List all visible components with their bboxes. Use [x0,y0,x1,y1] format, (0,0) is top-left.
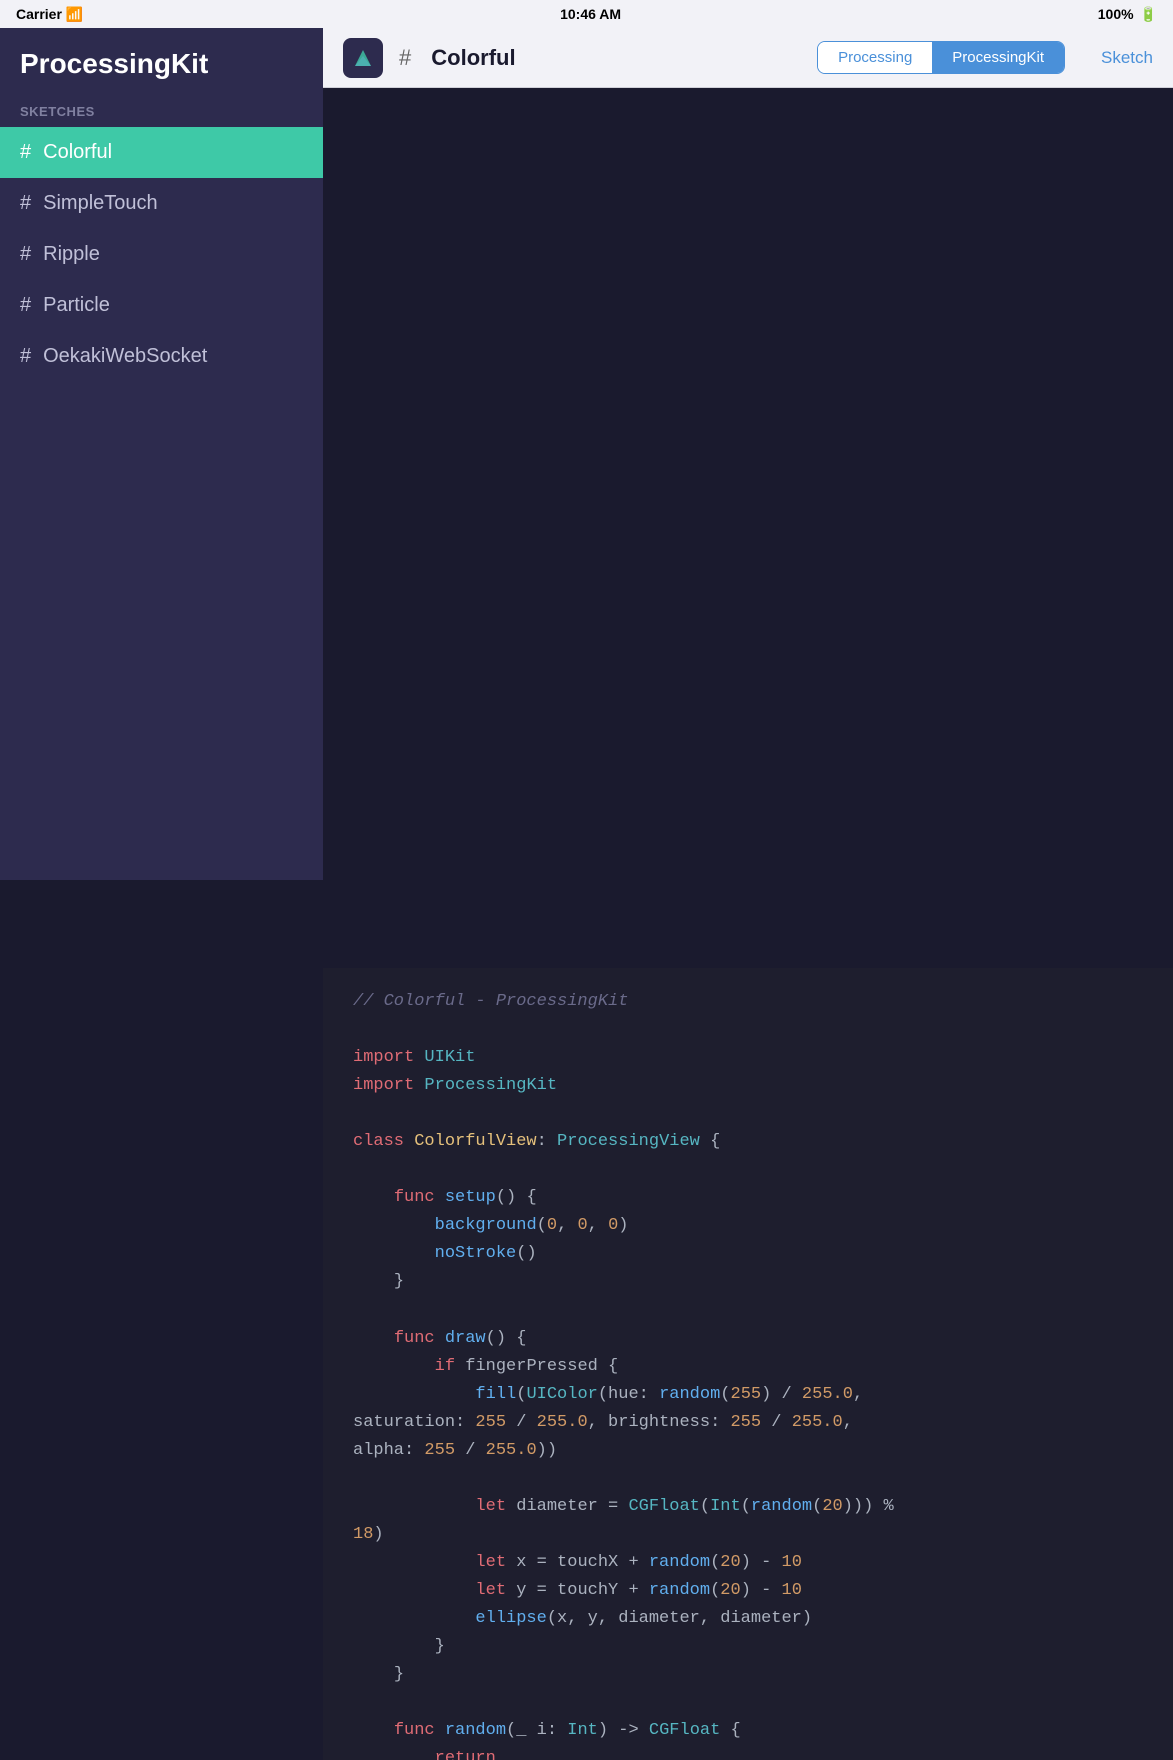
code-line-1 [353,1016,1143,1044]
time-display: 10:46 AM [560,6,621,22]
sidebar-item-label: Ripple [43,243,100,266]
nav-tabs: Processing ProcessingKit [817,41,1065,74]
code-line-diameter2: 18) [353,1521,1143,1549]
code-line-ellipse: ellipse(x, y, diameter, diameter) [353,1605,1143,1633]
nav-title: Colorful [431,45,515,71]
sidebar-item-ripple[interactable]: # Ripple [0,229,323,280]
code-line-fill3: alpha: 255 / 255.0)) [353,1437,1143,1465]
code-line-draw-close: } [353,1661,1143,1689]
carrier-name: Carrier [16,6,62,22]
code-line-func-setup: func setup() { [353,1184,1143,1212]
code-line-if-close: } [353,1633,1143,1661]
sidebar-item-label: OekakiWebSocket [43,345,207,368]
carrier-info: Carrier 📶 [16,6,83,23]
code-line-func-draw: func draw() { [353,1325,1143,1353]
sidebar-item-label: SimpleTouch [43,192,158,215]
code-line-return: return [353,1745,1143,1760]
code-line-let-x: let x = touchX + random(20) - 10 [353,1549,1143,1577]
sidebar: ProcessingKit SKETCHES # Colorful # Simp… [0,28,323,880]
code-line-fill: fill(UIColor(hue: random(255) / 255.0, [353,1381,1143,1409]
hash-icon: # [20,345,31,368]
code-line-blank5 [353,1689,1143,1717]
sidebar-item-simpletouch[interactable]: # SimpleTouch [0,178,323,229]
hash-icon: # [20,243,31,266]
code-line-func-random: func random(_ i: Int) -> CGFloat { [353,1717,1143,1745]
tab-processingkit[interactable]: ProcessingKit [932,42,1064,73]
battery-icon: 🔋 [1140,6,1157,23]
hash-icon: # [20,192,31,215]
nav-hash: # [399,45,411,71]
sidebar-item-colorful[interactable]: # Colorful [0,127,323,178]
sketch-button[interactable]: Sketch [1101,48,1153,68]
code-line-blank3 [353,1297,1143,1325]
sidebar-item-oekakiwebsocket[interactable]: # OekakiWebSocket [0,331,323,382]
code-line-background: background(0, 0, 0) [353,1212,1143,1240]
battery-info: 100% 🔋 [1098,6,1157,23]
sidebar-item-label: Colorful [43,141,112,164]
sidebar-item-label: Particle [43,294,110,317]
hash-icon: # [20,294,31,317]
code-line-import1: import UIKit [353,1044,1143,1072]
tab-processing[interactable]: Processing [818,42,932,73]
wifi-icon: 📶 [66,6,83,23]
app-logo [343,38,383,78]
battery-percent: 100% [1098,6,1134,22]
code-line-import2: import ProcessingKit [353,1072,1143,1100]
code-line-fill2: saturation: 255 / 255.0, brightness: 255… [353,1409,1143,1437]
code-line-class: class ColorfulView: ProcessingView { [353,1128,1143,1156]
code-comment: // Colorful - ProcessingKit [353,988,1143,1016]
hash-icon: # [20,141,31,164]
code-line-diameter: let diameter = CGFloat(Int(random(20))) … [353,1493,1143,1521]
code-line-setup-close: } [353,1268,1143,1296]
code-editor[interactable]: // Colorful - ProcessingKit import UIKit… [323,968,1173,1760]
code-line-blank4 [353,1465,1143,1493]
code-line-blank1 [353,1100,1143,1128]
code-line-let-y: let y = touchY + random(20) - 10 [353,1577,1143,1605]
code-line-if: if fingerPressed { [353,1353,1143,1381]
sidebar-item-particle[interactable]: # Particle [0,280,323,331]
main-layout: ProcessingKit SKETCHES # Colorful # Simp… [0,28,1173,880]
code-line-nostroke: noStroke() [353,1240,1143,1268]
sketches-label: SKETCHES [0,96,323,127]
code-line-blank2 [353,1156,1143,1184]
top-nav-bar: # Colorful Processing ProcessingKit Sket… [323,28,1173,88]
app-title: ProcessingKit [0,28,323,96]
status-bar: Carrier 📶 10:46 AM 100% 🔋 [0,0,1173,28]
